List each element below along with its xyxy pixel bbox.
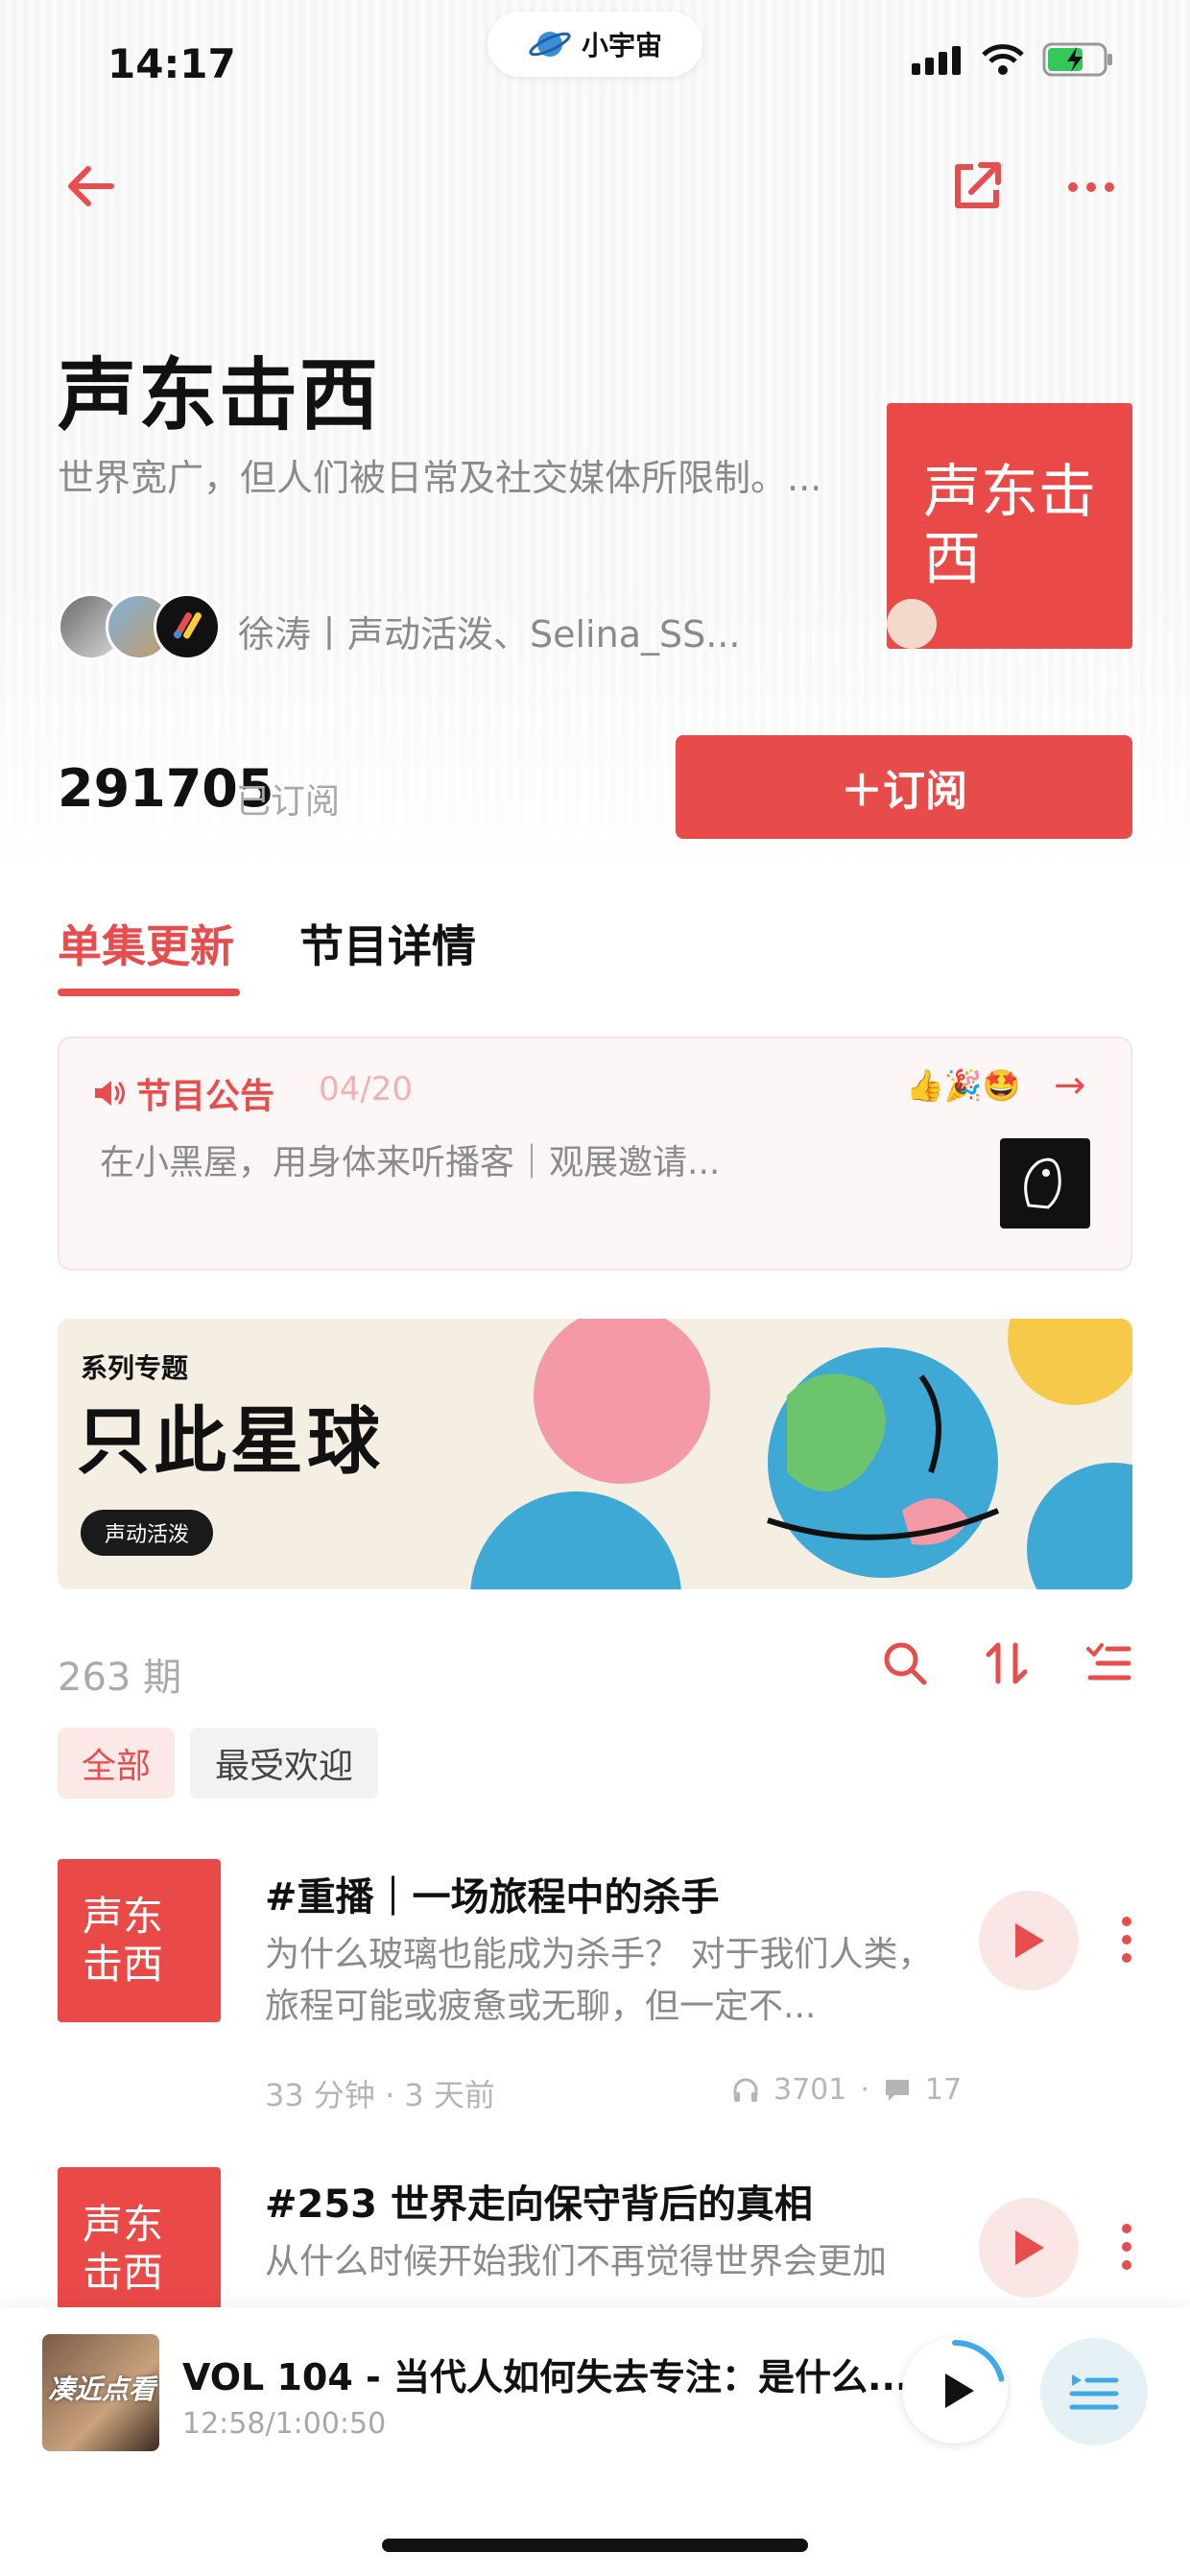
sort-icon[interactable]: [983, 1639, 1031, 1687]
now-playing-cover-text: 凑近点看: [48, 2373, 156, 2405]
arrow-right-icon[interactable]: →: [1054, 1063, 1086, 1108]
episode-title[interactable]: #重播｜一场旅程中的杀手: [265, 1866, 720, 1921]
podcast-cover[interactable]: 声东击西: [887, 403, 1132, 649]
mini-play-button[interactable]: [902, 2338, 1008, 2444]
episode-cover-title: 声东击西: [83, 1893, 164, 1988]
episode-count: 263 期: [58, 1656, 182, 1700]
status-icons: [912, 42, 1115, 77]
episode-play-button[interactable]: [979, 1891, 1079, 1991]
banner-title: 只此星球: [77, 1398, 384, 1484]
now-playing-time: 12:58/1:00:50: [182, 2407, 387, 2441]
back-arrow-icon[interactable]: [63, 163, 117, 209]
cover-badge: [887, 599, 937, 649]
headphones-icon: [733, 2078, 758, 2102]
play-icon: [1015, 2230, 1044, 2265]
subscribe-button[interactable]: ＋订阅: [676, 735, 1132, 839]
announcement-text: 在小黑屋，用身体来听播客｜观展邀请...: [100, 1143, 721, 1182]
podcast-title: 声东击西: [58, 350, 381, 441]
bird-illustration-icon: [1024, 1157, 1061, 1209]
speaker-icon: [95, 1081, 125, 1106]
banner-badge-label: 声动活泼: [104, 1523, 189, 1547]
now-playing-cover[interactable]: 凑近点看: [42, 2334, 159, 2451]
cellular-icon: [912, 46, 961, 75]
episode-description: 为什么玻璃也能成为杀手？ 对于我们人类，旅程可能或疲惫或无聊，但一定不...: [265, 1935, 933, 2026]
tab-episodes[interactable]: 单集更新: [58, 912, 234, 975]
podcast-description[interactable]: 世界宽广，但人们被日常及社交媒体所限制。...: [58, 453, 825, 503]
episode-meta: 33 分钟 · 3 天前: [265, 2077, 495, 2113]
app-pill-label: 小宇宙: [581, 30, 662, 61]
episode-play-button[interactable]: [979, 2198, 1079, 2298]
avatar: [154, 593, 221, 660]
announcement-title: 节目公告: [136, 1077, 275, 1116]
playlist-icon: [1069, 2374, 1119, 2410]
banner-badge: 声动活泼: [81, 1510, 213, 1556]
subscriber-label: 已订阅: [236, 782, 341, 822]
episode-description: 从什么时候开始我们不再觉得世界会更加: [265, 2242, 888, 2281]
planet-icon: [529, 32, 571, 57]
search-icon[interactable]: [881, 1639, 929, 1687]
announcement-header: 节目公告: [92, 1068, 274, 1118]
announcement-reactions: 👍🎉🤩: [906, 1067, 1021, 1104]
host-avatars[interactable]: [58, 593, 221, 660]
announcement-thumbnail: [1000, 1138, 1090, 1228]
episode-more-icon[interactable]: [1119, 2223, 1134, 2278]
playlist-button[interactable]: [1040, 2338, 1148, 2445]
status-time: 14:17: [107, 40, 236, 87]
episode-plays: 3701: [774, 2073, 847, 2107]
play-icon: [945, 2373, 974, 2408]
app-pill[interactable]: 小宇宙: [488, 12, 702, 77]
wifi-icon: [982, 44, 1024, 75]
banner-label: 系列专题: [81, 1352, 189, 1384]
episode-cover[interactable]: 声东击西: [58, 2167, 221, 2307]
brand-logo-icon: [174, 612, 202, 639]
play-icon: [1015, 1923, 1044, 1958]
share-icon[interactable]: [950, 159, 1004, 213]
host-names[interactable]: 徐涛丨声动活泼、Selina_SS...: [238, 605, 740, 657]
tab-underline: [58, 989, 240, 996]
episode-comments: 17: [924, 2073, 963, 2107]
more-icon[interactable]: [1067, 179, 1115, 196]
comment-icon: [885, 2079, 909, 2101]
now-playing-title[interactable]: VOL 104 - 当代人如何失去专注：是什么...: [182, 2348, 909, 2400]
filter-all[interactable]: 全部: [58, 1728, 175, 1799]
tab-details[interactable]: 节目详情: [299, 912, 476, 975]
filter-list-icon[interactable]: [1084, 1639, 1132, 1687]
home-indicator: [382, 2539, 808, 2552]
cover-title: 声东击西: [923, 459, 1096, 593]
episode-cover-title: 声东击西: [83, 2201, 164, 2296]
episode-title[interactable]: #253 世界走向保守背后的真相: [265, 2173, 813, 2229]
stats-separator: ·: [860, 2073, 869, 2107]
episode-stats: 3701 · 17: [731, 2073, 962, 2107]
episode-cover[interactable]: 声东击西: [58, 1859, 221, 2022]
filter-popular[interactable]: 最受欢迎: [190, 1728, 378, 1799]
episode-more-icon[interactable]: [1119, 1916, 1134, 1971]
announcement-date: 04/20: [319, 1070, 413, 1109]
battery-icon: [1042, 42, 1112, 77]
list-tools: [881, 1639, 1132, 1687]
